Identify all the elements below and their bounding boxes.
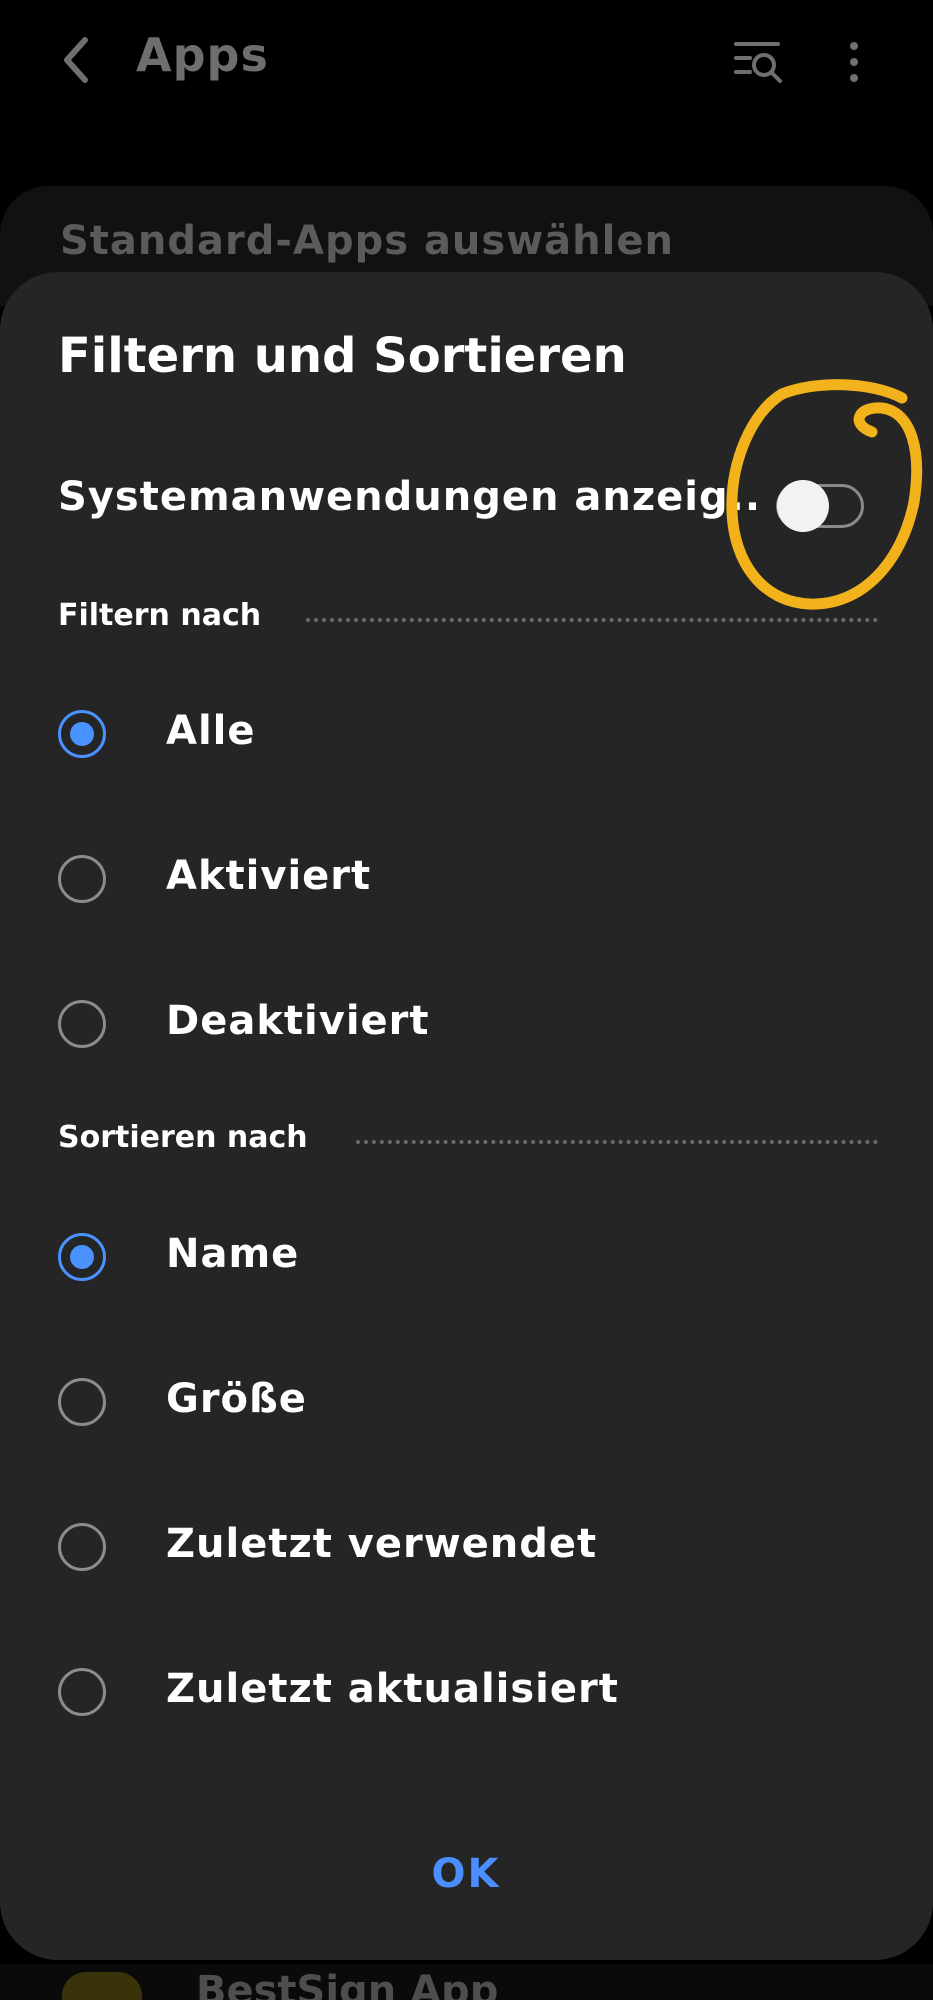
filter-sort-dialog: Filtern und Sortieren Systemanwendungen … [0,272,933,1960]
more-options-button[interactable] [832,30,876,94]
list-search-icon [734,42,782,83]
filter-search-button[interactable] [728,30,792,94]
back-button[interactable] [52,30,100,90]
ok-button[interactable]: OK [366,1832,566,1916]
radio-button[interactable] [58,855,106,903]
filter-option-label: Deaktiviert [166,998,430,1044]
sort-option-last-used[interactable]: Zuletzt verwendet [58,1497,878,1597]
radio-dot [70,722,94,746]
page-title: Apps [136,28,269,82]
divider [356,1140,878,1144]
dialog-title: Filtern und Sortieren [58,328,627,384]
app-icon [62,1972,142,2000]
radio-button[interactable] [58,1668,106,1716]
sort-option-label: Zuletzt aktualisiert [166,1666,619,1712]
radio-button[interactable] [58,1233,106,1281]
radio-button[interactable] [58,1378,106,1426]
filter-option-label: Alle [166,708,256,754]
radio-dot [70,1245,94,1269]
sort-section-label: Sortieren nach [58,1120,308,1155]
sort-option-last-updated[interactable]: Zuletzt aktualisiert [58,1642,878,1742]
sort-option-label: Größe [166,1376,307,1422]
filter-option-label: Aktiviert [166,853,372,899]
default-apps-label: Standard-Apps auswählen [60,218,674,264]
sort-option-label: Name [166,1231,300,1277]
app-name-label: BestSign App [196,1968,499,2000]
show-system-apps-label: Systemanwendungen anzeig.. [58,474,762,520]
filter-section-header: Filtern nach [58,598,878,638]
filter-option-disabled[interactable]: Deaktiviert [58,974,878,1074]
radio-button[interactable] [58,1000,106,1048]
sort-section-header: Sortieren nach [58,1120,878,1160]
filter-option-all[interactable]: Alle [58,684,878,784]
filter-option-enabled[interactable]: Aktiviert [58,829,878,929]
screen: Apps Standard-Apps auswählen BestSign Ap… [0,0,933,2000]
sort-option-label: Zuletzt verwendet [166,1521,598,1567]
sort-option-size[interactable]: Größe [58,1352,878,1452]
divider [306,618,878,622]
sort-option-name[interactable]: Name [58,1207,878,1307]
chevron-left-icon [64,37,88,83]
radio-button[interactable] [58,1523,106,1571]
show-system-apps-switch[interactable] [776,480,864,532]
switch-knob [777,480,829,532]
more-vertical-icon [850,42,858,82]
filter-section-label: Filtern nach [58,598,262,633]
show-system-apps-row[interactable]: Systemanwendungen anzeig.. [58,462,878,542]
app-bar: Apps [0,0,933,120]
radio-button[interactable] [58,710,106,758]
